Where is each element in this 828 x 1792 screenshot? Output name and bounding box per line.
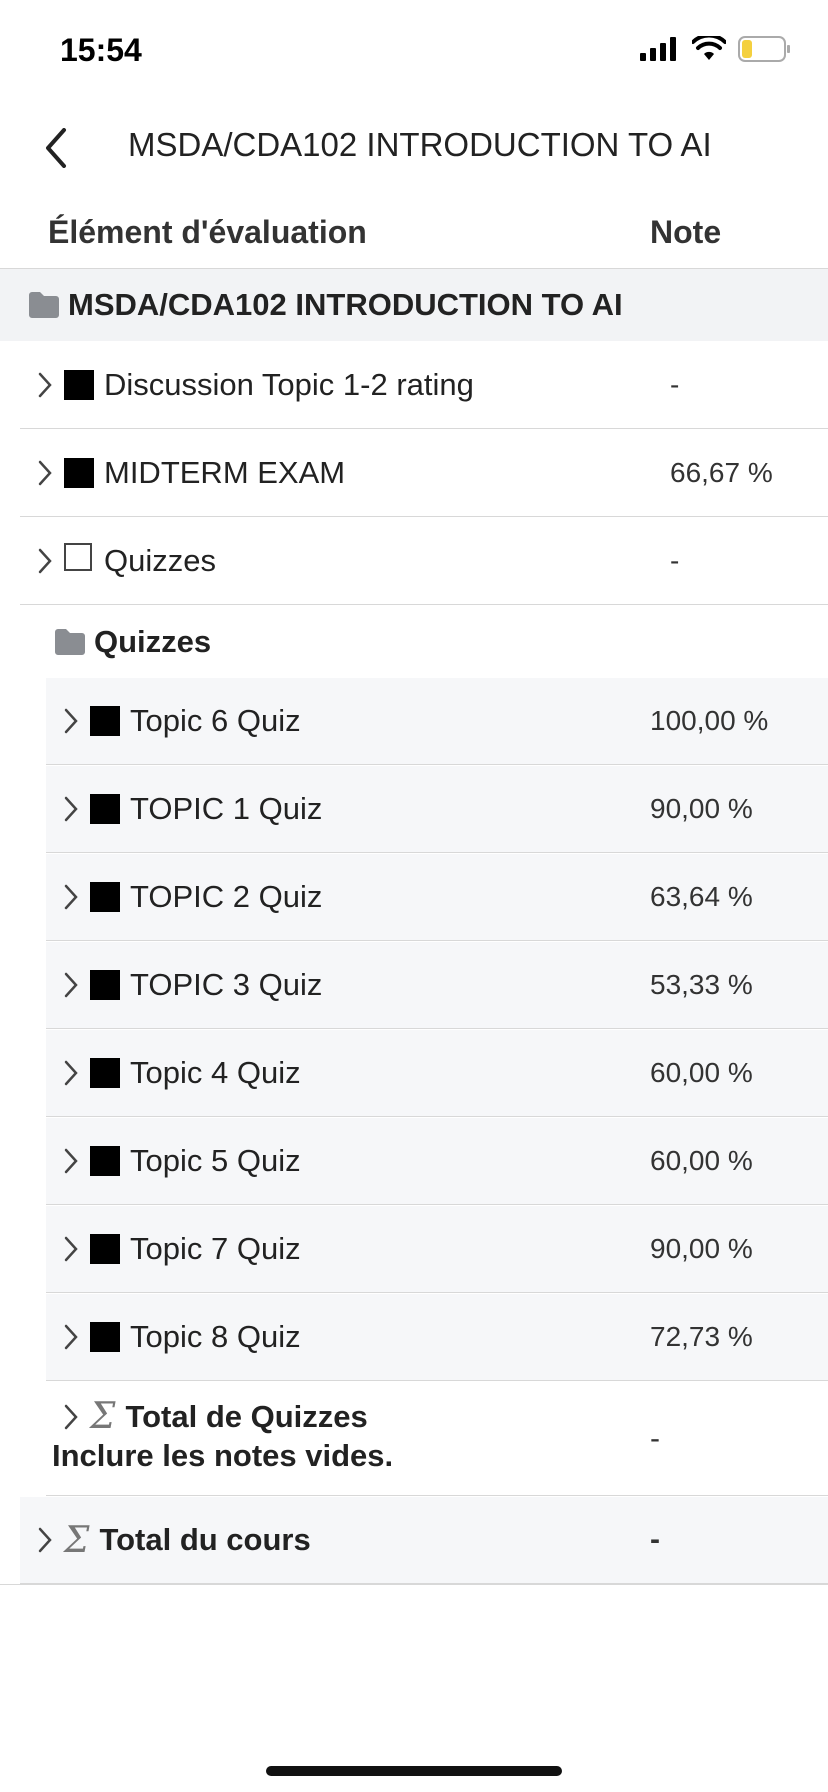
quiz-item-row[interactable]: Topic 8 Quiz 72,73 %	[46, 1294, 828, 1381]
home-indicator[interactable]	[266, 1766, 562, 1776]
chevron-right-icon[interactable]	[58, 1404, 84, 1430]
back-button[interactable]	[28, 116, 84, 180]
quizzes-category-row: Quizzes	[54, 606, 211, 678]
chevron-right-icon[interactable]	[58, 972, 84, 998]
item-square-icon	[64, 458, 94, 488]
item-grade: 90,00 %	[650, 1233, 753, 1264]
quiz-item-row[interactable]: TOPIC 1 Quiz 90,00 %	[46, 766, 828, 853]
item-square-icon	[90, 794, 120, 824]
item-square-icon	[90, 1058, 120, 1088]
grade-item-row[interactable]: Quizzes -	[20, 518, 828, 605]
chevron-right-icon[interactable]	[58, 796, 84, 822]
quiz-item-row[interactable]: TOPIC 3 Quiz 53,33 %	[46, 942, 828, 1029]
item-grade: 63,64 %	[650, 881, 753, 912]
chevron-right-icon[interactable]	[32, 372, 58, 398]
item-square-icon	[90, 1322, 120, 1352]
quiz-item-row[interactable]: Topic 6 Quiz 100,00 %	[46, 678, 828, 765]
item-label: Topic 6 Quiz	[130, 703, 301, 738]
quiz-item-row[interactable]: Topic 5 Quiz 60,00 %	[46, 1118, 828, 1205]
table-header: Élément d'évaluation Note	[0, 196, 828, 269]
item-grade: -	[670, 369, 680, 400]
item-label: Topic 8 Quiz	[130, 1319, 301, 1354]
item-square-icon	[64, 370, 94, 400]
total-grade: -	[650, 1523, 660, 1556]
quiz-item-row[interactable]: Topic 4 Quiz 60,00 %	[46, 1030, 828, 1117]
folder-icon	[29, 292, 59, 318]
signal-icon	[640, 37, 676, 61]
quiz-item-row[interactable]: TOPIC 2 Quiz 63,64 %	[46, 854, 828, 941]
column-header-grade: Note	[650, 214, 722, 250]
chevron-right-icon[interactable]	[58, 1148, 84, 1174]
grade-item-row[interactable]: MIDTERM EXAM 66,67 %	[20, 430, 828, 517]
item-label: Topic 4 Quiz	[130, 1055, 301, 1090]
quizzes-total-title: Σ Total de Quizzes	[58, 1396, 368, 1437]
item-square-icon	[90, 970, 120, 1000]
sigma-icon: Σ	[90, 1396, 116, 1437]
chevron-right-icon[interactable]	[32, 1527, 58, 1553]
chevron-right-icon[interactable]	[58, 1060, 84, 1086]
item-square-icon	[90, 1146, 120, 1176]
status-bar: 15:54	[0, 0, 828, 100]
item-grade: 60,00 %	[650, 1145, 753, 1176]
battery-icon	[738, 36, 790, 62]
item-square-icon	[90, 706, 120, 736]
item-label: Discussion Topic 1-2 rating	[104, 367, 474, 402]
item-label: Topic 5 Quiz	[130, 1143, 301, 1178]
item-grade: 66,67 %	[670, 457, 773, 488]
total-label: Total de Quizzes	[125, 1398, 368, 1434]
item-label: Quizzes	[104, 543, 216, 578]
category-label: MSDA/CDA102 INTRODUCTION TO AI	[68, 287, 623, 322]
chevron-right-icon[interactable]	[32, 548, 58, 574]
status-icons	[640, 36, 792, 62]
total-label: Total du cours	[99, 1522, 311, 1557]
quiz-item-row[interactable]: Topic 7 Quiz 90,00 %	[46, 1206, 828, 1293]
item-square-icon	[90, 1234, 120, 1264]
item-label: TOPIC 1 Quiz	[130, 791, 323, 826]
item-grade: 72,73 %	[650, 1321, 753, 1352]
item-grade: -	[670, 545, 680, 576]
item-square-icon	[90, 882, 120, 912]
divider	[0, 1584, 828, 1585]
chevron-right-icon[interactable]	[32, 460, 58, 486]
item-grade: 53,33 %	[650, 969, 753, 1000]
course-total-row[interactable]: Σ Total du cours -	[20, 1497, 828, 1584]
chevron-right-icon[interactable]	[58, 708, 84, 734]
course-category-row: MSDA/CDA102 INTRODUCTION TO AI	[0, 269, 828, 341]
page-title: MSDA/CDA102 INTRODUCTION TO AI	[128, 126, 712, 163]
item-grade: 100,00 %	[650, 705, 769, 736]
total-note: Inclure les notes vides.	[52, 1438, 394, 1473]
chevron-right-icon[interactable]	[58, 1324, 84, 1350]
chevron-right-icon[interactable]	[58, 1236, 84, 1262]
item-label: TOPIC 2 Quiz	[130, 879, 323, 914]
item-label: Topic 7 Quiz	[130, 1231, 301, 1266]
chevron-left-icon	[46, 128, 66, 168]
item-grade: 90,00 %	[650, 793, 753, 824]
item-label: MIDTERM EXAM	[104, 455, 346, 490]
quizzes-total-row[interactable]: Σ Total de Quizzes Inclure les notes vid…	[46, 1382, 828, 1496]
nav-bar: MSDA/CDA102 INTRODUCTION TO AI	[0, 100, 828, 196]
item-grade: 60,00 %	[650, 1057, 753, 1088]
item-label: TOPIC 3 Quiz	[130, 967, 323, 1002]
sigma-icon: Σ	[64, 1519, 90, 1561]
total-grade: -	[650, 1422, 660, 1455]
chevron-right-icon[interactable]	[58, 884, 84, 910]
grade-item-row[interactable]: Discussion Topic 1-2 rating -	[20, 342, 828, 429]
status-time: 15:54	[60, 32, 142, 68]
folder-icon	[55, 629, 85, 655]
quizzes-total-text: Σ Total de Quizzes Inclure les notes vid…	[52, 1382, 578, 1495]
category-square-icon	[64, 543, 92, 571]
column-header-item: Élément d'évaluation	[48, 214, 367, 250]
wifi-icon	[692, 36, 726, 60]
category-label: Quizzes	[94, 624, 212, 659]
